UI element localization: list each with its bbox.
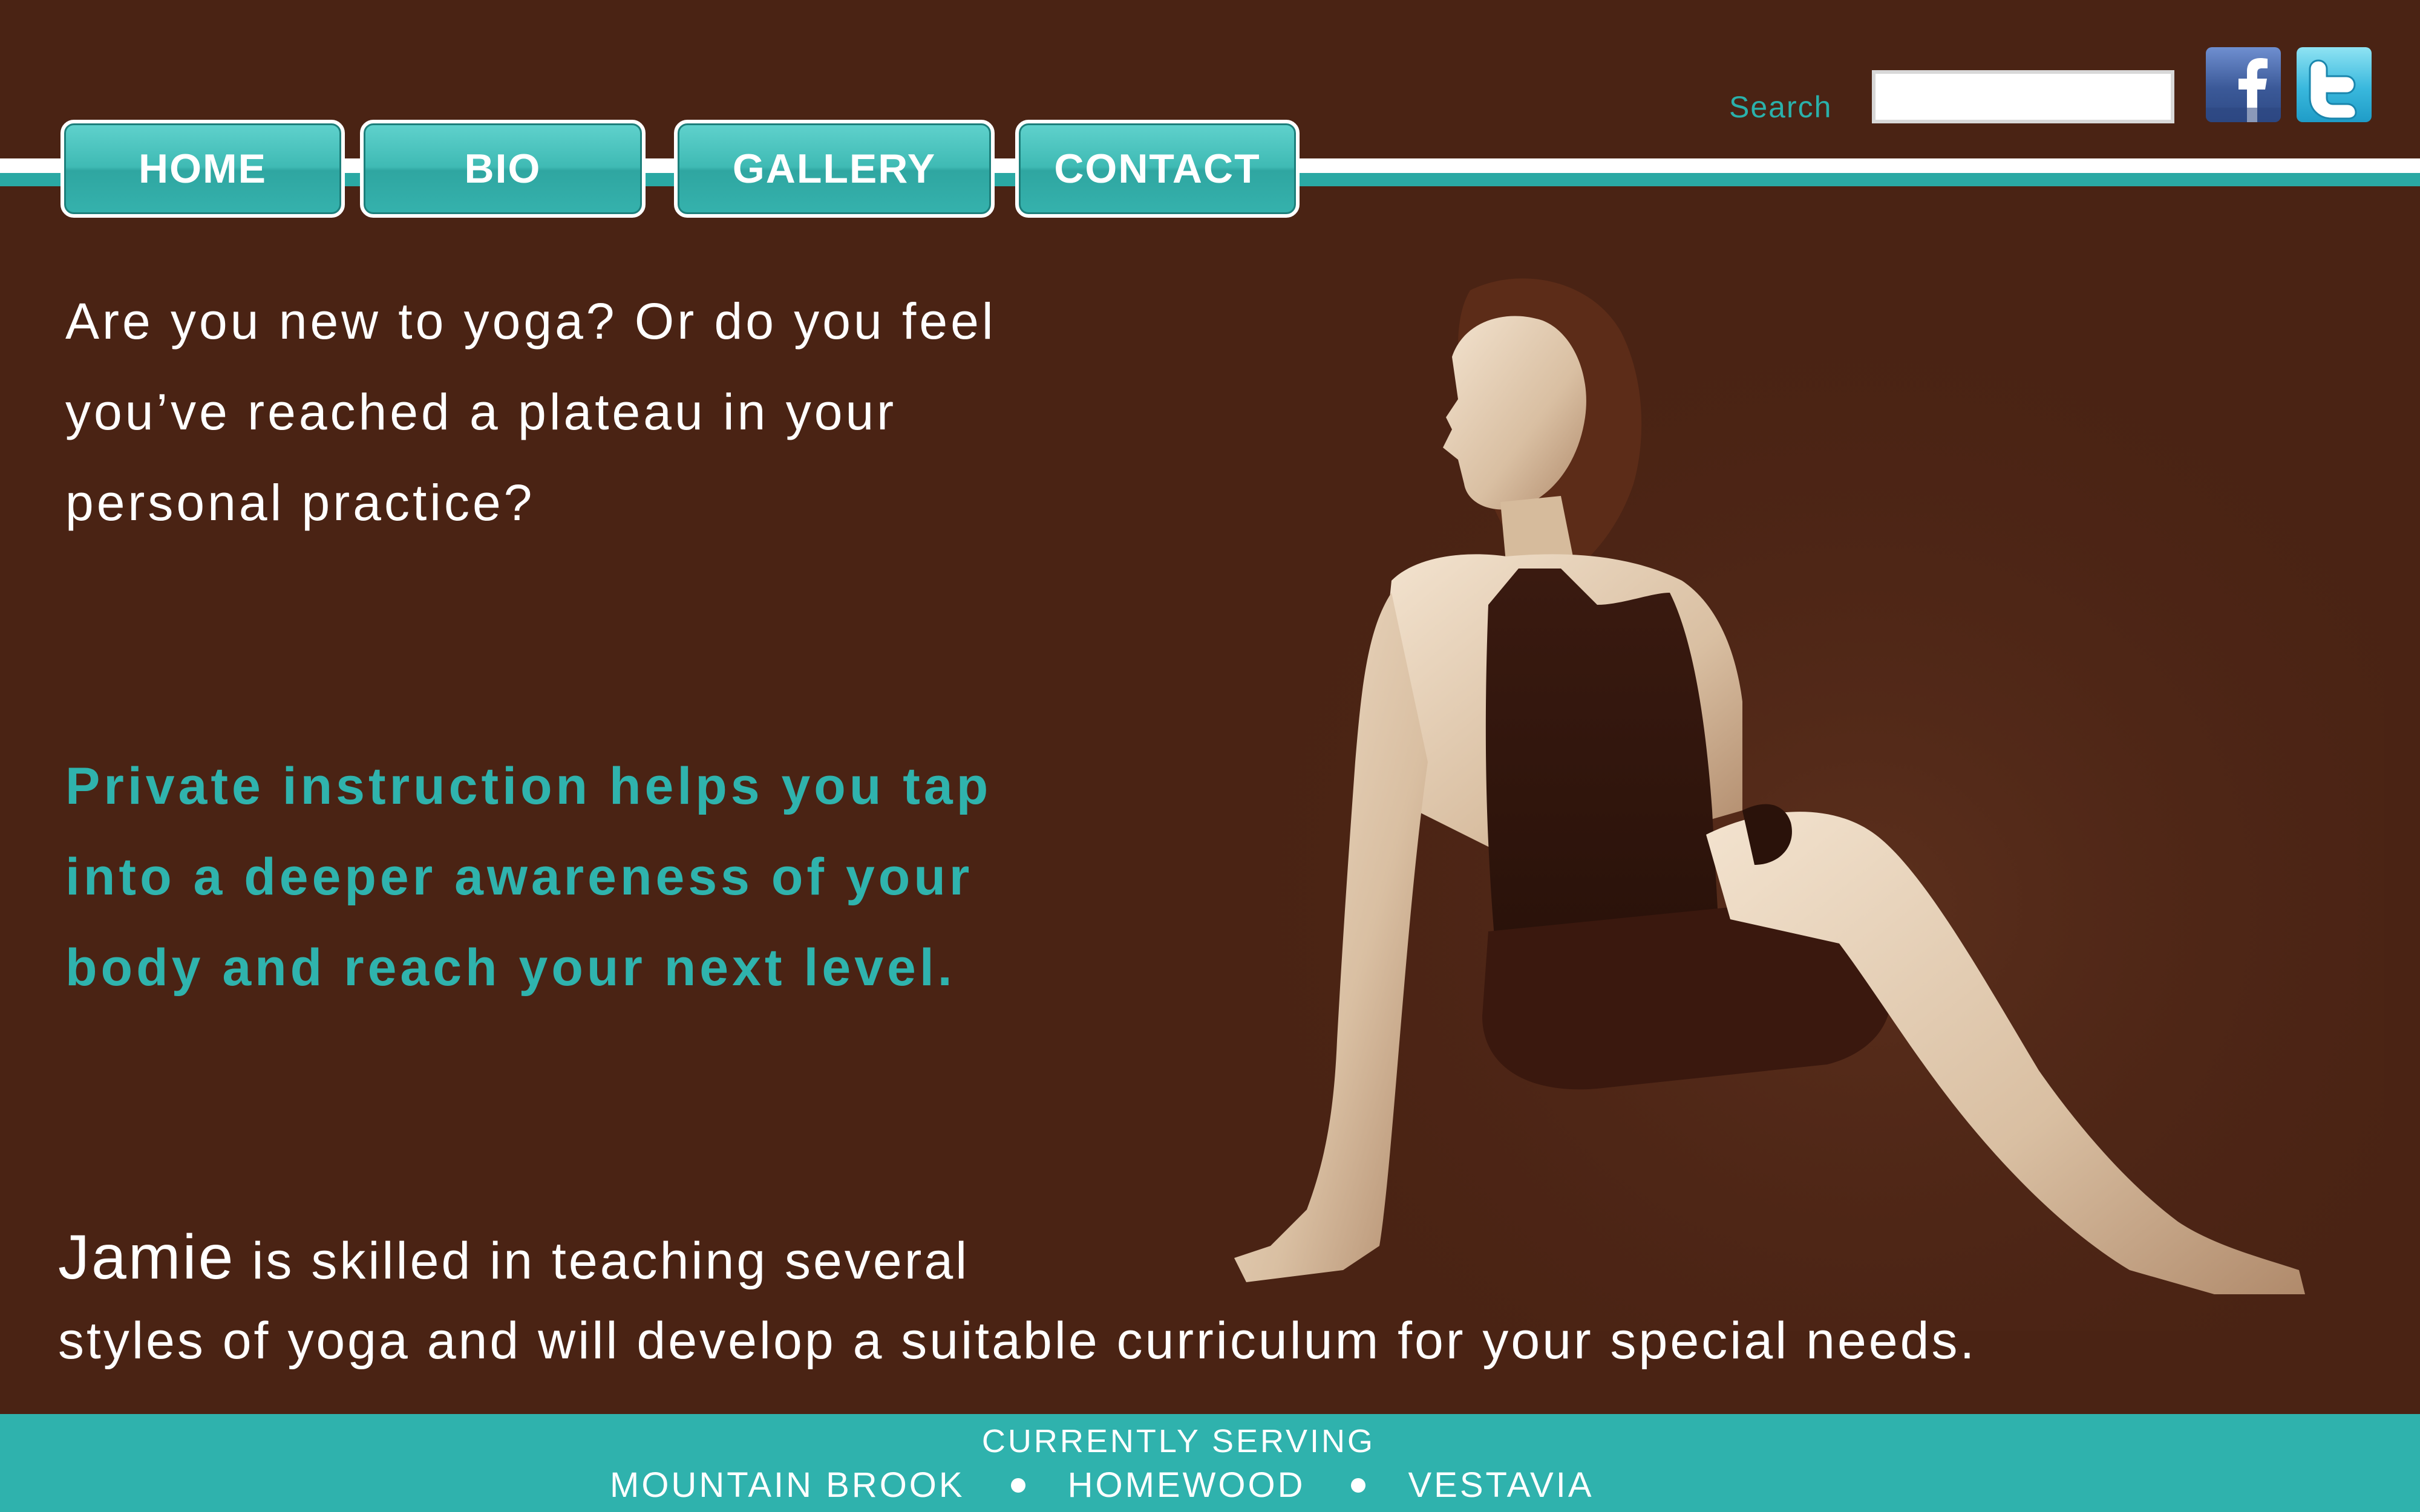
twitter-icon (2309, 59, 2357, 120)
facebook-link[interactable] (2206, 47, 2281, 122)
instructor-name: Jamie (58, 1222, 235, 1292)
intro-line: Are you new to yoga? Or do you feel (65, 293, 996, 350)
service-area: MOUNTAIN BROOK (610, 1465, 965, 1505)
search-label: Search (1729, 90, 1833, 124)
pitch-line: Private instruction helps you tap (65, 757, 992, 815)
pitch-text: Private instruction helps you tap into a… (65, 741, 1275, 1013)
service-area: VESTAVIA (1408, 1465, 1594, 1505)
search-input[interactable] (1872, 70, 2174, 123)
footer-title: CURRENTLY SERVING (981, 1423, 1376, 1459)
bio-line-1-text: is skilled in teaching several (235, 1232, 970, 1290)
nav-bio-button[interactable]: BIO (360, 120, 646, 218)
nav-contact-button[interactable]: CONTACT (1015, 120, 1300, 218)
service-areas: MOUNTAIN BROOK HOMEWOOD VESTAVIA (610, 1465, 1594, 1505)
twitter-link[interactable] (2297, 47, 2372, 122)
bio-line-2: styles of yoga and will develop a suitab… (58, 1312, 1977, 1370)
service-area: HOMEWOOD (1067, 1465, 1306, 1505)
nav-gallery-button[interactable]: GALLERY (674, 120, 995, 218)
pitch-line: into a deeper awareness of your (65, 848, 973, 906)
page: HOME BIO GALLERY CONTACT Search Are you … (0, 0, 2420, 1512)
intro-line: you’ve reached a plateau in your (65, 383, 897, 440)
facebook-icon (2206, 58, 2281, 122)
nav-home-button[interactable]: HOME (60, 120, 345, 218)
footer: CURRENTLY SERVING MOUNTAIN BROOK HOMEWOO… (0, 1414, 2420, 1512)
bio-line-1: Jamie is skilled in teaching several (58, 1222, 969, 1294)
intro-line: personal practice? (65, 474, 535, 531)
intro-text: Are you new to yoga? Or do you feel you’… (65, 276, 1275, 548)
yoga-pose-photo (1234, 266, 2384, 1331)
bullet-icon (1351, 1478, 1366, 1493)
bullet-icon (1010, 1478, 1025, 1493)
pitch-line: body and reach your next level. (65, 939, 956, 997)
